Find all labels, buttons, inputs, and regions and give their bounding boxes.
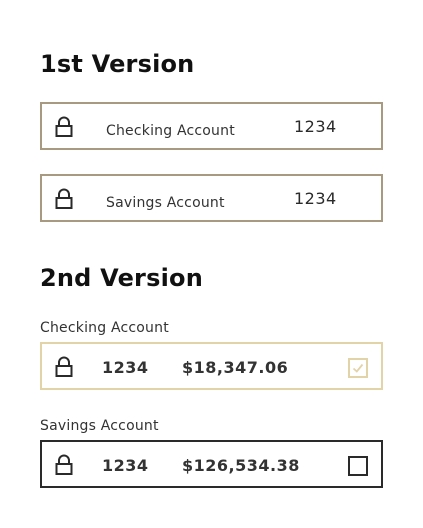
account-number: 1234 — [294, 189, 337, 208]
account-checkbox[interactable] — [348, 456, 368, 476]
account-label: Checking Account — [106, 123, 235, 139]
lock-icon — [54, 188, 74, 210]
lock-icon — [54, 356, 74, 378]
v2-savings-account-card[interactable]: 1234 $126,534.38 — [40, 440, 383, 488]
account-number: 1234 — [294, 117, 337, 136]
account-balance: $18,347.06 — [182, 358, 289, 377]
lock-icon — [54, 116, 74, 138]
v1-checking-account-card[interactable]: Checking Account 1234 — [40, 102, 383, 150]
lock-icon — [54, 454, 74, 476]
account-number: 1234 — [102, 456, 149, 475]
account-label: Savings Account — [106, 195, 225, 211]
v2-checking-account-card[interactable]: 1234 $18,347.06 — [40, 342, 383, 390]
account-number: 1234 — [102, 358, 149, 377]
account-balance: $126,534.38 — [182, 456, 300, 475]
account-checkbox[interactable] — [348, 358, 368, 378]
v2-checking-account-label: Checking Account — [40, 320, 169, 336]
v2-savings-account-label: Savings Account — [40, 418, 159, 434]
checkmark-icon — [352, 363, 364, 373]
version2-heading: 2nd Version — [40, 264, 203, 292]
version1-heading: 1st Version — [40, 50, 195, 78]
v1-savings-account-card[interactable]: Savings Account 1234 — [40, 174, 383, 222]
